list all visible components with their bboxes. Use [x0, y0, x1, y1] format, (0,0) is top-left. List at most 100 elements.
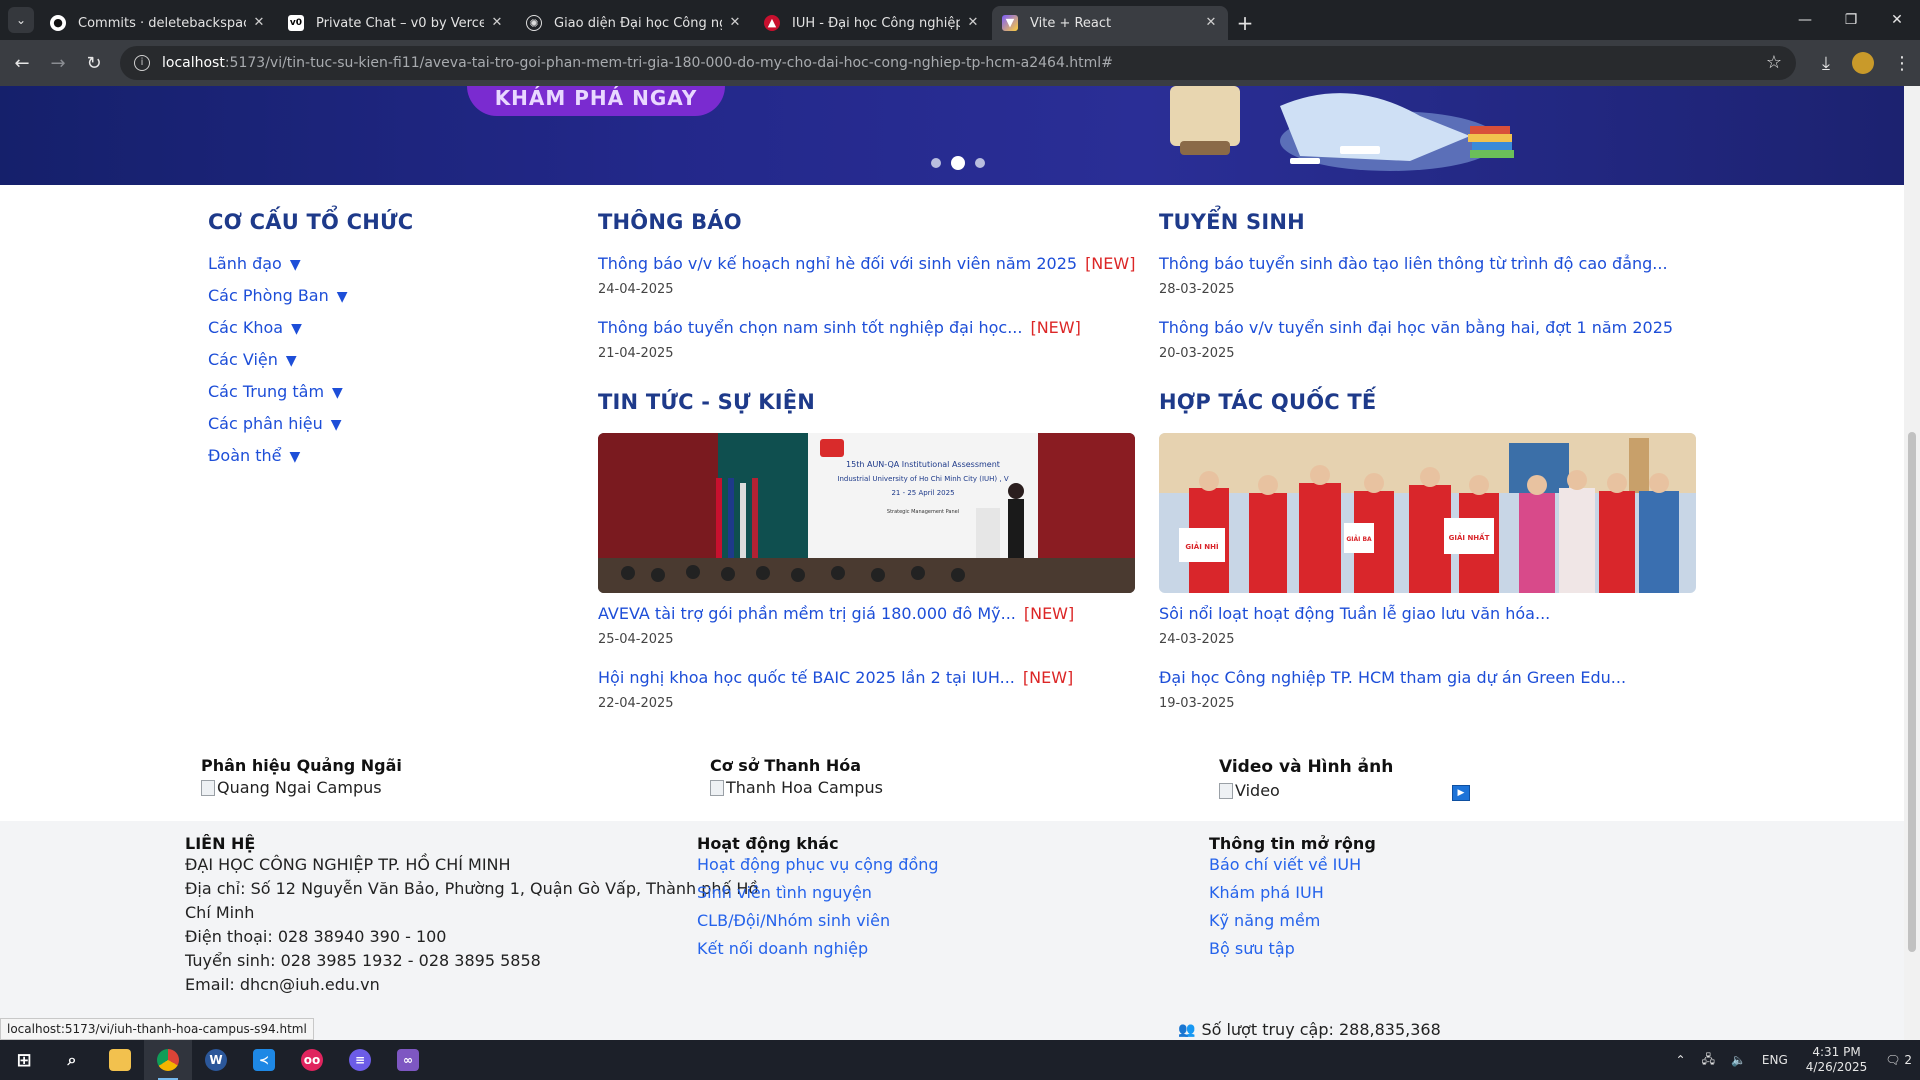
site-info-icon[interactable]: i [134, 55, 150, 71]
announcement-link[interactable]: Thông báo tuyển chọn nam sinh tốt nghiệp… [598, 318, 1081, 337]
footer-link[interactable]: Bộ sưu tập [1209, 939, 1295, 958]
minimize-icon[interactable]: — [1782, 0, 1828, 40]
international-date: 24-03-2025 [1159, 632, 1235, 647]
org-item-leadership[interactable]: Lãnh đạo ▼ [208, 254, 301, 273]
org-item-unions[interactable]: Đoàn thể ▼ [208, 446, 300, 465]
more-info-heading: Thông tin mở rộng [1209, 834, 1376, 853]
page-viewport: KHÁM PHÁ NGAY CƠ CẤU TỔ CHỨC Lãnh đạo ▼ C… [0, 86, 1904, 1040]
page-scrollbar[interactable] [1904, 86, 1920, 1040]
svg-text:GIẢI NHẤT: GIẢI NHẤT [1449, 532, 1490, 542]
footer-link[interactable]: Kỹ năng mềm [1209, 911, 1320, 930]
tab-v0-chat[interactable]: v0 Private Chat – v0 by Vercel ✕ [278, 6, 514, 40]
video-gallery-title: Video và Hình ảnh [1219, 757, 1394, 777]
new-tab-button[interactable]: + [1230, 6, 1260, 40]
tab-search-button[interactable]: ⌄ [8, 7, 34, 33]
new-badge: [NEW] [1030, 318, 1081, 337]
back-icon[interactable]: ← [4, 45, 40, 81]
footer-link[interactable]: Sinh viên tình nguyện [697, 883, 872, 902]
tab-iuh[interactable]: ▲ IUH - Đại học Công nghiệp TP.H ✕ [754, 6, 990, 40]
campus-thanh-hoa-image[interactable]: Thanh Hoa Campus [710, 778, 883, 797]
chrome-icon[interactable] [144, 1040, 192, 1080]
scrollbar-thumb[interactable] [1908, 432, 1916, 952]
broken-image-icon [201, 779, 215, 796]
forward-icon[interactable]: → [40, 45, 76, 81]
explore-button[interactable]: KHÁM PHÁ NGAY [467, 86, 725, 116]
news-photo[interactable]: 15th AUN-QA Institutional Assessment Ind… [598, 433, 1135, 593]
contact-heading: LIÊN HỆ [185, 834, 256, 853]
close-icon[interactable]: ✕ [964, 14, 982, 32]
contact-address: Địa chỉ: Số 12 Nguyễn Văn Bảo, Phường 1,… [185, 879, 759, 898]
org-item-departments[interactable]: Các Phòng Ban ▼ [208, 286, 348, 305]
play-icon[interactable]: ▶ [1452, 785, 1470, 801]
close-icon[interactable]: ✕ [488, 14, 506, 32]
org-item-branches[interactable]: Các phân hiệu ▼ [208, 414, 342, 433]
footer-link[interactable]: Kết nối doanh nghiệp [697, 939, 868, 958]
bookmark-star-icon[interactable]: ☆ [1766, 52, 1782, 73]
footer-link[interactable]: Báo chí viết về IUH [1209, 855, 1361, 874]
conference-photo: 15th AUN-QA Institutional Assessment Ind… [598, 433, 1135, 593]
international-photo[interactable]: GIẢI NHÌ GIẢI NHẤT GIẢI BA [1159, 433, 1696, 593]
xampp-icon[interactable]: ≡ [336, 1040, 384, 1080]
menu-kebab-icon[interactable]: ⋮ [1884, 45, 1920, 81]
org-item-institutes[interactable]: Các Viện ▼ [208, 350, 297, 369]
news-link[interactable]: Hội nghị khoa học quốc tế BAIC 2025 lần … [598, 668, 1073, 687]
notification-icon[interactable]: 🗨 2 [1877, 1053, 1920, 1067]
broken-image-icon [1219, 782, 1233, 799]
clock[interactable]: 4:31 PM 4/26/2025 [1796, 1045, 1878, 1075]
close-icon[interactable]: ✕ [250, 14, 268, 32]
footer-link[interactable]: CLB/Đội/Nhóm sinh viên [697, 911, 890, 930]
volume-icon[interactable]: 🔈 [1723, 1053, 1754, 1067]
word-icon[interactable]: W [192, 1040, 240, 1080]
search-icon[interactable]: ⌕ [48, 1040, 96, 1080]
v0-icon: v0 [288, 15, 304, 31]
app-icon[interactable]: oo [288, 1040, 336, 1080]
reload-icon[interactable]: ↻ [76, 45, 112, 81]
international-link[interactable]: Sôi nổi loạt hoạt động Tuần lễ giao lưu … [1159, 604, 1550, 623]
campus-quang-ngai-image[interactable]: Quang Ngai Campus [201, 778, 382, 797]
browser-tab-strip: ⌄ ● Commits · deletebackspace/ph ✕ v0 Pr… [0, 0, 1920, 40]
language-indicator[interactable]: ENG [1754, 1053, 1796, 1067]
profile-avatar[interactable] [1852, 52, 1874, 74]
close-icon[interactable]: ✕ [726, 14, 744, 32]
tab-chatgpt[interactable]: ✺ Giao diện Đại học Công nghiệp ✕ [516, 6, 752, 40]
vscode-icon[interactable]: ≺ [240, 1040, 288, 1080]
footer-link[interactable]: Hoạt động phục vụ cộng đồng [697, 855, 939, 874]
caret-down-icon: ▼ [289, 449, 301, 465]
close-window-icon[interactable]: ✕ [1874, 0, 1920, 40]
admission-date: 28-03-2025 [1159, 282, 1235, 297]
admissions-title: TUYỂN SINH [1159, 210, 1305, 234]
windows-start-icon[interactable]: ⊞ [0, 1040, 48, 1080]
visual-studio-icon[interactable]: ∞ [384, 1040, 432, 1080]
org-item-faculties[interactable]: Các Khoa ▼ [208, 318, 302, 337]
chevron-up-icon[interactable]: ⌃ [1668, 1053, 1694, 1067]
slider-dot[interactable] [931, 158, 941, 168]
close-icon[interactable]: ✕ [1202, 14, 1220, 32]
caret-down-icon: ▼ [285, 353, 297, 369]
svg-text:Strategic Management Panel: Strategic Management Panel [887, 509, 959, 515]
contact-phone: Điện thoại: 028 38940 390 - 100 [185, 927, 447, 946]
caret-down-icon: ▼ [330, 417, 342, 433]
admission-link[interactable]: Thông báo tuyển sinh đào tạo liên thông … [1159, 254, 1668, 273]
international-link[interactable]: Đại học Công nghiệp TP. HCM tham gia dự … [1159, 668, 1626, 687]
file-explorer-icon[interactable] [96, 1040, 144, 1080]
org-item-centers[interactable]: Các Trung tâm ▼ [208, 382, 343, 401]
slider-dot-active[interactable] [951, 156, 965, 170]
network-icon[interactable]: 🖧 [1694, 1050, 1723, 1071]
news-date: 25-04-2025 [598, 632, 674, 647]
address-bar[interactable]: i localhost:5173/vi/tin-tuc-su-kien-fi11… [120, 46, 1796, 80]
footer-link[interactable]: Khám phá IUH [1209, 883, 1324, 902]
international-title: HỢP TÁC QUỐC TẾ [1159, 390, 1377, 414]
svg-text:Industrial University of Ho Ch: Industrial University of Ho Chi Minh Cit… [837, 475, 1008, 483]
announcement-link[interactable]: Thông báo v/v kế hoạch nghỉ hè đối với s… [598, 254, 1135, 273]
restore-icon[interactable]: ❐ [1828, 0, 1874, 40]
windows-taskbar: ⊞ ⌕ W ≺ oo ≡ ∞ ⌃ 🖧 🔈 ENG 4:31 PM 4/26/20… [0, 1040, 1920, 1080]
admission-link[interactable]: Thông báo v/v tuyển sinh đại học văn bằn… [1159, 318, 1673, 337]
news-link[interactable]: AVEVA tài trợ gói phần mềm trị giá 180.0… [598, 604, 1074, 623]
download-icon[interactable]: ⤓ [1808, 45, 1844, 81]
tab-vite-react[interactable]: ▼ Vite + React ✕ [992, 6, 1228, 40]
slider-dot[interactable] [975, 158, 985, 168]
url-text[interactable]: localhost:5173/vi/tin-tuc-su-kien-fi11/a… [162, 55, 1113, 71]
video-image[interactable]: Video [1219, 781, 1280, 800]
tab-github-commits[interactable]: ● Commits · deletebackspace/ph ✕ [40, 6, 276, 40]
window-controls: — ❐ ✕ [1782, 0, 1920, 40]
